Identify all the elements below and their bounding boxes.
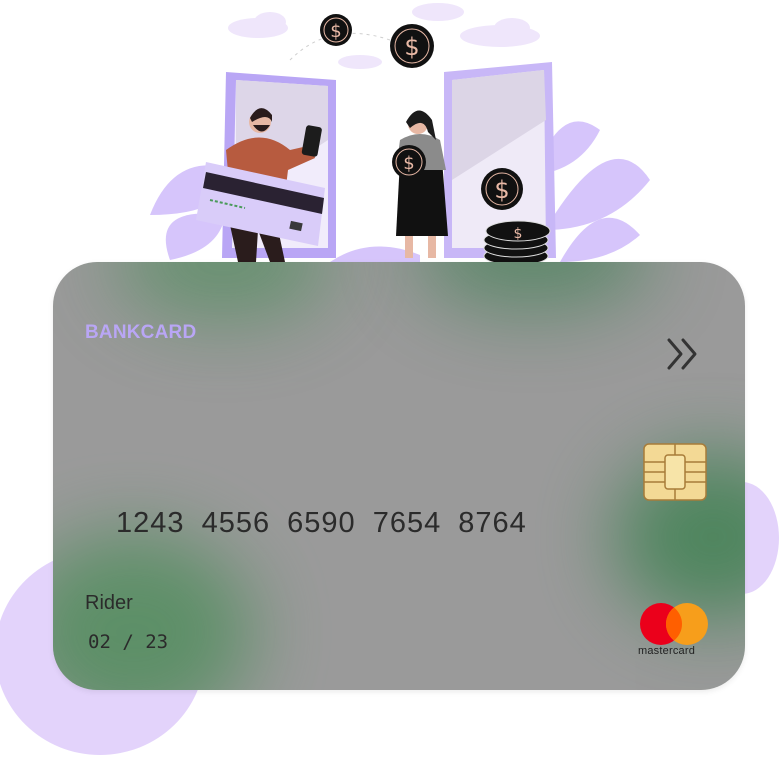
cloud-decoration xyxy=(228,3,540,69)
chip-icon xyxy=(643,443,707,501)
svg-text:$: $ xyxy=(514,226,523,242)
card-number: 1243 4556 6590 7654 8764 xyxy=(116,507,527,539)
mastercard-logo xyxy=(640,603,708,645)
woman-figure xyxy=(396,110,448,258)
card-expiry: 02 / 23 xyxy=(88,631,169,653)
dollar-coin-icon: $ xyxy=(481,168,523,210)
dollar-coin-icon: $ xyxy=(392,145,426,179)
double-chevron-right-icon[interactable] xyxy=(663,334,703,374)
card-glow xyxy=(413,262,653,312)
payment-illustration: $ $ $ $ $ xyxy=(150,3,650,266)
card-glow xyxy=(53,532,253,690)
coin-stack-icon: $ xyxy=(483,220,551,266)
dollar-coin-icon: $ xyxy=(390,24,434,68)
svg-text:$: $ xyxy=(404,33,419,61)
card-holder-name: Rider xyxy=(85,592,133,614)
svg-text:$: $ xyxy=(330,21,341,42)
bank-card: BANKCARD 1243 4556 6590 7654 8764 Rider … xyxy=(53,262,745,690)
svg-text:$: $ xyxy=(403,153,414,174)
card-glow xyxy=(113,262,333,322)
dollar-coin-icon: $ xyxy=(320,14,352,46)
svg-text:$: $ xyxy=(494,176,509,204)
mastercard-label: mastercard xyxy=(638,645,696,657)
card-brand: BANKCARD xyxy=(85,322,197,343)
